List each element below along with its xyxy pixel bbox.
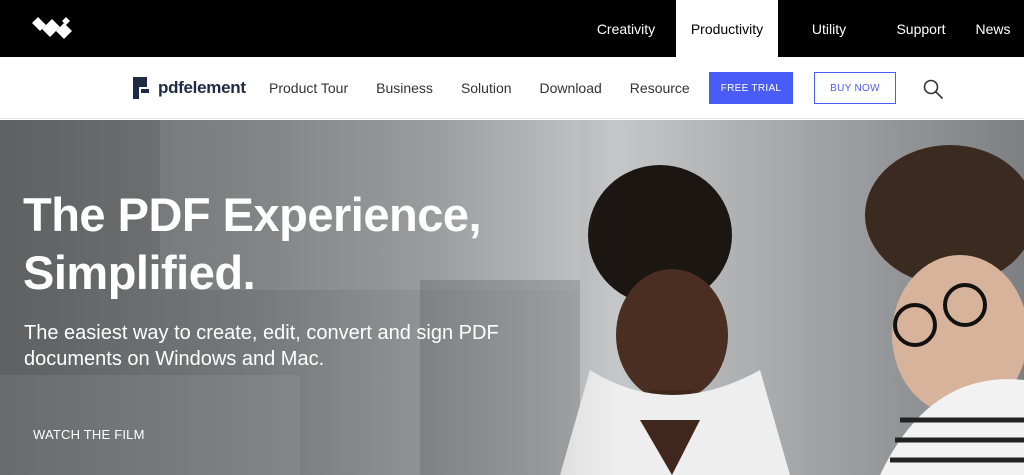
top-nav-utility[interactable]: Utility xyxy=(778,0,880,57)
hero-headline-line2: Simplified. xyxy=(23,246,256,299)
brand-logo[interactable]: pdfelement xyxy=(133,76,246,100)
watch-film-link[interactable]: WATCH THE FILM xyxy=(33,427,145,442)
product-nav: pdfelement Product Tour Business Solutio… xyxy=(0,57,1024,119)
brand-name: pdfelement xyxy=(158,78,246,97)
free-trial-button[interactable]: FREE TRIAL xyxy=(709,72,793,104)
nav-download[interactable]: Download xyxy=(540,80,602,96)
top-bar: Creativity Productivity Utility Support … xyxy=(0,0,1024,57)
nav-solution[interactable]: Solution xyxy=(461,80,512,96)
product-links: Product Tour Business Solution Download … xyxy=(269,57,718,119)
top-nav-productivity[interactable]: Productivity xyxy=(676,0,778,57)
wondershare-logo-icon[interactable] xyxy=(32,17,74,39)
buy-now-button[interactable]: BUY NOW xyxy=(814,72,896,104)
pdfelement-logo-icon xyxy=(133,77,149,99)
hero-banner: The PDF Experience, Simplified. The easi… xyxy=(0,120,1024,475)
top-nav: Creativity Productivity Utility Support … xyxy=(576,0,1024,57)
hero-subheadline: The easiest way to create, edit, convert… xyxy=(24,322,499,370)
nav-business[interactable]: Business xyxy=(376,80,433,96)
top-nav-support[interactable]: Support xyxy=(880,0,962,57)
nav-resource[interactable]: Resource xyxy=(630,80,690,96)
search-icon[interactable] xyxy=(922,78,944,100)
top-nav-news[interactable]: News xyxy=(962,0,1024,57)
top-nav-creativity[interactable]: Creativity xyxy=(576,0,676,57)
hero-headline-line1: The PDF Experience, xyxy=(23,188,482,241)
nav-product-tour[interactable]: Product Tour xyxy=(269,80,348,96)
hero-headline: The PDF Experience, Simplified. xyxy=(23,186,583,302)
